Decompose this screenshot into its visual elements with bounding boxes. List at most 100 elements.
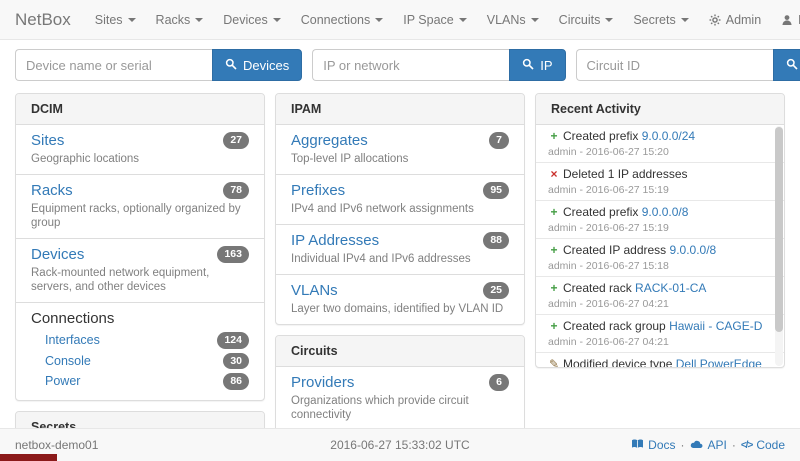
column-activity: Recent Activity +Created prefix 9.0.0.0/… <box>535 93 785 378</box>
providers-count-badge: 6 <box>489 374 509 391</box>
list-item-prefixes: Prefixes 95 IPv4 and IPv6 network assign… <box>276 175 524 225</box>
ip-addresses-link[interactable]: IP Addresses <box>291 232 379 249</box>
vlans-count-badge: 25 <box>483 282 509 299</box>
racks-link[interactable]: Racks <box>31 182 73 199</box>
activity-object-link[interactable]: 9.0.0.0/24 <box>642 129 695 143</box>
chevron-down-icon <box>128 18 136 22</box>
interfaces-count-badge: 124 <box>217 332 249 349</box>
activity-list: +Created prefix 9.0.0.0/24 admin - 2016-… <box>536 125 784 367</box>
prefixes-count-badge: 95 <box>483 182 509 199</box>
list-item-connections: Connections Interfaces 124 Console 30 Po… <box>16 303 264 400</box>
admin-link[interactable]: Admin <box>699 13 771 27</box>
recent-activity-title: Recent Activity <box>536 94 784 125</box>
search-icon <box>522 58 534 73</box>
plus-icon: + <box>548 281 560 296</box>
activity-action: Created prefix <box>563 205 638 219</box>
devices-description: Rack-mounted network equipment, servers,… <box>31 266 249 294</box>
power-link[interactable]: Power <box>45 374 80 388</box>
user-icon <box>781 14 793 26</box>
plus-icon: + <box>548 205 560 220</box>
nav-item-sites[interactable]: Sites <box>85 13 146 27</box>
navbar-right: Admin Profile Log out <box>699 13 800 27</box>
profile-link[interactable]: Profile <box>771 13 800 27</box>
nav-item-vlans[interactable]: VLANs <box>477 13 549 27</box>
activity-item: +Created IP address 9.0.0.0/8 admin - 20… <box>536 239 784 277</box>
code-link[interactable]: </> Code <box>741 438 785 452</box>
prefixes-link[interactable]: Prefixes <box>291 182 345 199</box>
nav-item-racks[interactable]: Racks <box>146 13 214 27</box>
search-icon <box>786 58 798 73</box>
cloud-icon <box>690 438 704 452</box>
activity-meta: admin - 2016-06-27 04:21 <box>548 336 762 348</box>
sites-count-badge: 27 <box>223 132 249 149</box>
ip-addresses-count-badge: 88 <box>483 232 509 249</box>
activity-item: +Created rack group Hawaii - CAGE-DH1-01… <box>536 315 784 353</box>
vlans-link[interactable]: VLANs <box>291 282 338 299</box>
providers-description: Organizations which provide circuit conn… <box>291 394 509 422</box>
activity-object-link[interactable]: Dell PowerEdge R630 <box>676 357 762 367</box>
activity-action: Created rack group <box>563 319 666 333</box>
sites-link[interactable]: Sites <box>31 132 64 149</box>
aggregates-count-badge: 7 <box>489 132 509 149</box>
nav-item-ip-space[interactable]: IP Space <box>393 13 477 27</box>
prefixes-description: IPv4 and IPv6 network assignments <box>291 202 509 216</box>
aggregates-link[interactable]: Aggregates <box>291 132 368 149</box>
list-item-aggregates: Aggregates 7 Top-level IP allocations <box>276 125 524 175</box>
plus-icon: + <box>548 243 560 258</box>
footer-separator: · <box>732 438 736 452</box>
connections-title: Connections <box>31 310 249 327</box>
dcim-panel: DCIM Sites 27 Geographic locations Racks… <box>15 93 265 401</box>
recent-activity-panel: Recent Activity +Created prefix 9.0.0.0/… <box>535 93 785 368</box>
activity-meta: admin - 2016-06-27 15:19 <box>548 184 762 196</box>
nav-item-circuits[interactable]: Circuits <box>549 13 624 27</box>
activity-action: Created rack <box>563 281 632 295</box>
list-item-sites: Sites 27 Geographic locations <box>16 125 264 175</box>
circuits-panel-title: Circuits <box>276 336 524 367</box>
footer-links: Docs · API · </> Code <box>631 438 785 453</box>
activity-object-link[interactable]: 9.0.0.0/8 <box>642 205 689 219</box>
chevron-down-icon <box>195 18 203 22</box>
vlans-description: Layer two domains, identified by VLAN ID <box>291 302 509 316</box>
plus-icon: + <box>548 319 560 334</box>
console-link[interactable]: Console <box>45 354 91 368</box>
device-search-button[interactable]: Devices <box>212 49 302 81</box>
chevron-down-icon <box>605 18 613 22</box>
dashboard-content: DCIM Sites 27 Geographic locations Racks… <box>0 81 800 461</box>
footer: 2016-06-27 15:33:02 UTC netbox-demo01 Do… <box>0 428 800 461</box>
pencil-icon: ✎ <box>548 357 560 367</box>
interfaces-link[interactable]: Interfaces <box>45 333 100 347</box>
activity-action: Deleted 1 IP addresses <box>563 167 688 181</box>
code-icon: </> <box>741 440 752 451</box>
netbox-brand[interactable]: NetBox <box>15 10 71 30</box>
ip-search-button[interactable]: IP <box>509 49 565 81</box>
circuit-search-input[interactable] <box>576 49 773 81</box>
activity-action: Created IP address <box>563 243 666 257</box>
nav-item-connections[interactable]: Connections <box>291 13 394 27</box>
api-link[interactable]: API <box>690 438 727 452</box>
sites-description: Geographic locations <box>31 152 249 166</box>
footer-hostname: netbox-demo01 <box>15 438 98 452</box>
chevron-down-icon <box>531 18 539 22</box>
nav-item-devices[interactable]: Devices <box>213 13 290 27</box>
footer-separator: · <box>681 438 685 452</box>
devices-link[interactable]: Devices <box>31 246 84 263</box>
providers-link[interactable]: Providers <box>291 374 354 391</box>
power-count-badge: 86 <box>223 373 249 390</box>
activity-object-link[interactable]: 9.0.0.0/8 <box>670 243 717 257</box>
ip-search-input[interactable] <box>312 49 509 81</box>
scrollbar-thumb[interactable] <box>775 127 783 332</box>
docs-link[interactable]: Docs <box>631 438 675 453</box>
search-row: Devices IP Circuits <box>0 40 800 81</box>
scrollbar-track <box>775 126 783 366</box>
console-count-badge: 30 <box>223 353 249 370</box>
activity-action: Created prefix <box>563 129 638 143</box>
device-search-input[interactable] <box>15 49 212 81</box>
activity-item: +Created rack RACK-01-CA admin - 2016-06… <box>536 277 784 315</box>
circuit-search-button[interactable]: Circuits <box>773 49 800 81</box>
nav-item-secrets[interactable]: Secrets <box>623 13 698 27</box>
activity-object-link[interactable]: Hawaii - CAGE-DH1-01 <box>669 319 762 333</box>
activity-meta: admin - 2016-06-27 15:19 <box>548 222 762 234</box>
list-item-vlans: VLANs 25 Layer two domains, identified b… <box>276 275 524 324</box>
activity-object-link[interactable]: RACK-01-CA <box>635 281 706 295</box>
book-icon <box>631 438 644 453</box>
